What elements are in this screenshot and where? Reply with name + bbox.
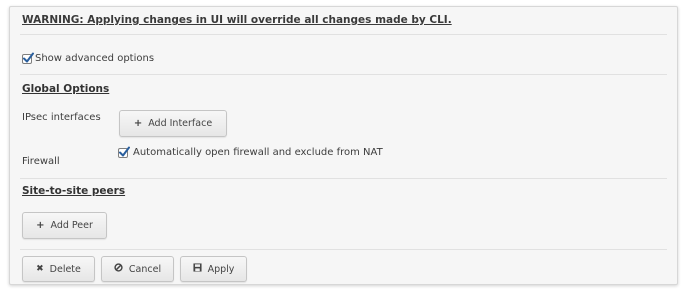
plus-icon: + [133,117,143,129]
delete-button[interactable]: ✖ Delete [22,256,95,282]
add-peer-button[interactable]: + Add Peer [22,212,107,239]
show-advanced-row[interactable]: Show advanced options [22,52,222,66]
firewall-label: Firewall [22,156,60,167]
cancel-label: Cancel [128,263,162,275]
cancel-button[interactable]: Cancel [101,256,174,282]
apply-label: Apply [207,263,235,275]
apply-button[interactable]: Apply [180,256,247,282]
firewall-auto-open-row[interactable]: Automatically open firewall and exclude … [118,146,438,160]
delete-label: Delete [49,263,81,275]
divider [20,74,667,75]
cli-override-warning: WARNING: Applying changes in UI will ove… [22,14,452,26]
divider [20,249,667,250]
show-advanced-checkbox[interactable] [22,52,34,64]
plus-icon: + [36,219,45,231]
checkmark-icon [119,146,130,157]
add-peer-label: Add Peer [50,220,93,231]
divider [20,178,667,179]
checkmark-icon [23,52,34,63]
divider [20,34,667,35]
ipsec-interfaces-label: IPsec interfaces [22,112,101,123]
site-to-site-peers-title: Site-to-site peers [22,185,126,197]
firewall-auto-open-checkbox[interactable] [118,146,130,158]
ban-icon [114,263,123,275]
global-options-title: Global Options [22,83,110,95]
add-interface-label: Add Interface [148,118,213,129]
show-advanced-label: Show advanced options [35,53,155,64]
times-icon: ✖ [36,264,44,274]
add-interface-button[interactable]: + Add Interface [119,110,227,137]
save-icon [193,263,202,275]
firewall-auto-open-label: Automatically open firewall and exclude … [133,147,383,158]
ipsec-settings-panel: WARNING: Applying changes in UI will ove… [9,6,678,285]
